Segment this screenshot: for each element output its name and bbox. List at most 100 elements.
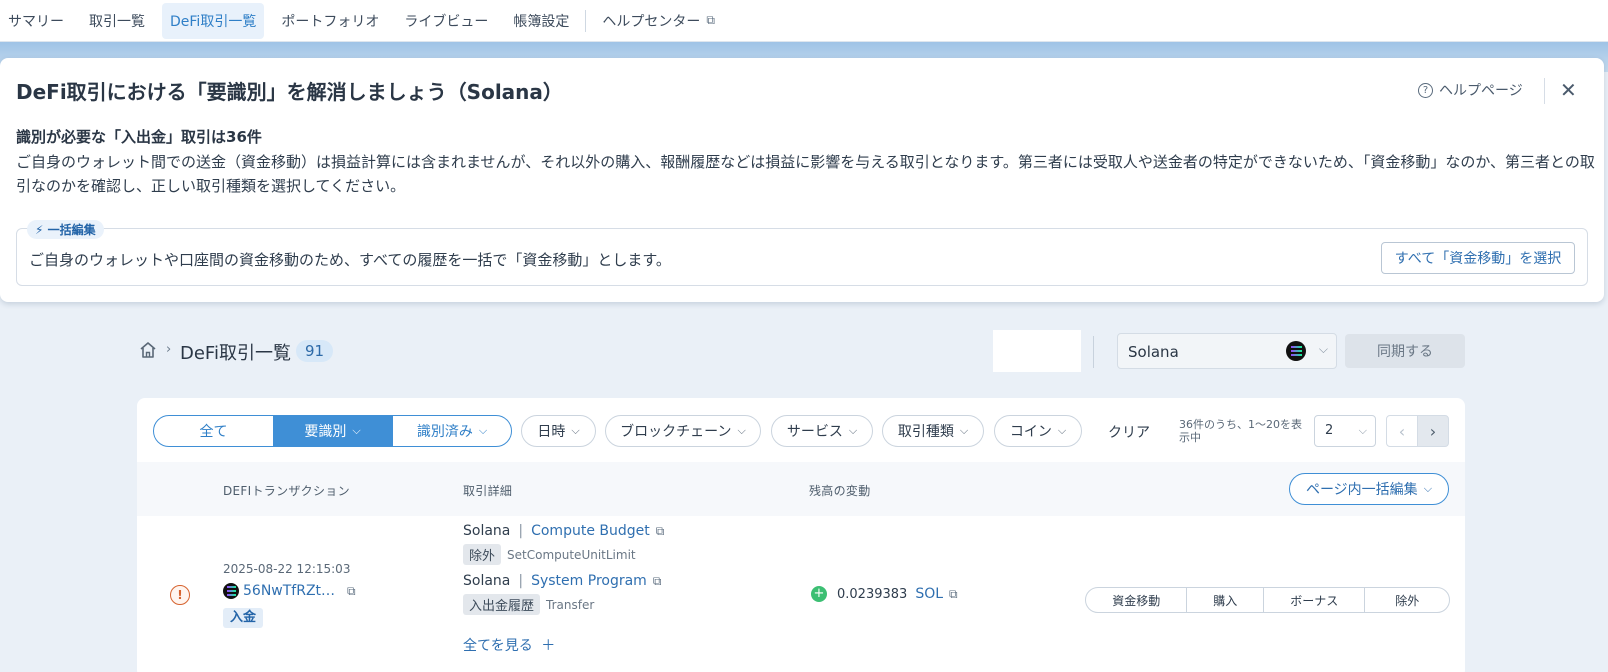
filter-date-label: 日時 <box>537 424 566 440</box>
direction-badge: 入金 <box>223 608 264 628</box>
status-segment: 全て 要識別 ⌵ 識別済み ⌵ <box>153 415 512 447</box>
help-page-label: ヘルプページ <box>1439 83 1523 99</box>
clear-filters-link[interactable]: クリア <box>1108 422 1150 442</box>
bulk-edit-tag-label: 一括編集 <box>47 223 96 237</box>
type-option-purchase[interactable]: 購入 <box>1186 588 1263 612</box>
sync-button[interactable]: 同期する <box>1345 334 1465 368</box>
detail-chain: Solana <box>463 573 511 589</box>
segment-all[interactable]: 全て <box>154 416 273 446</box>
external-link-icon[interactable]: ⧉ <box>656 524 665 539</box>
chevron-left-icon: ‹ <box>1398 421 1406 441</box>
external-link-icon[interactable]: ⧉ <box>949 587 958 602</box>
blank-panel <box>993 330 1081 372</box>
chevron-down-icon: ⌵ <box>848 424 858 437</box>
lightning-icon: ⚡ <box>35 223 44 237</box>
chevron-down-icon: ⌵ <box>959 424 969 437</box>
tx-date: 2025-08-22 12:15:03 <box>223 562 351 576</box>
balance-change: + 0.0239383 SOL ⧉ <box>811 586 958 602</box>
transactions-card: 全て 要識別 ⌵ 識別済み ⌵ 日時 ⌵ ブロックチェーン ⌵ サービス ⌵ 取引種類… <box>137 398 1465 672</box>
tx-hash: 56NwTfRZt… <box>243 583 336 599</box>
pagination-info: 36件のうち、1〜20を表示中 <box>1179 418 1302 444</box>
nav-portfolio[interactable]: ポートフォリオ <box>273 3 387 39</box>
warning-icon: ! <box>170 585 190 605</box>
detail-tag: 除外 <box>463 544 502 565</box>
plus-icon: ＋ <box>541 638 556 654</box>
type-option-bonus[interactable]: ボーナス <box>1263 588 1364 612</box>
per-page-select[interactable]: 2 ⌵ <box>1314 415 1376 447</box>
external-link-icon: ⧉ <box>706 13 715 27</box>
question-icon: ? <box>1418 82 1433 98</box>
transaction-type-selector: 資金移動 購入 ボーナス 除外 <box>1085 587 1450 613</box>
nav-transactions[interactable]: 取引一覧 <box>81 3 153 39</box>
page-bulk-edit-label: ページ内一括編集 <box>1305 482 1418 498</box>
filter-coin[interactable]: コイン ⌵ <box>994 415 1082 447</box>
chevron-down-icon: ⌵ <box>1318 342 1328 356</box>
detail-method: SetComputeUnitLimit <box>507 547 636 562</box>
page-bulk-edit-button[interactable]: ページ内一括編集 ⌵ <box>1289 473 1449 505</box>
next-page-button[interactable]: › <box>1417 415 1449 447</box>
filter-coin-label: コイン <box>1009 424 1052 440</box>
external-link-icon[interactable]: ⧉ <box>653 574 662 589</box>
bulk-edit-tag: ⚡ 一括編集 <box>27 220 104 239</box>
breadcrumb-chevron-icon: › <box>166 342 172 357</box>
blockchain-select[interactable]: Solana ⌵ <box>1117 333 1337 369</box>
type-option-exclude[interactable]: 除外 <box>1364 588 1449 612</box>
coin-link[interactable]: SOL <box>915 586 943 602</box>
nav-defi-transactions[interactable]: DeFi取引一覧 <box>162 2 265 39</box>
filter-transaction-type[interactable]: 取引種類 ⌵ <box>882 415 984 447</box>
segment-identified[interactable]: 識別済み ⌵ <box>392 416 511 446</box>
filter-blockchain[interactable]: ブロックチェーン ⌵ <box>605 415 761 447</box>
detail-line: Solana | System Program ⧉ <box>463 573 661 589</box>
select-all-fund-transfer-button[interactable]: すべて「資金移動」を選択 <box>1381 242 1575 274</box>
per-page-value: 2 <box>1325 423 1334 438</box>
filter-blockchain-label: ブロックチェーン <box>620 424 732 440</box>
notice-body: ご自身のウォレット間での送金（資金移動）は損益計算には含まれませんが、それ以外の… <box>16 153 1595 195</box>
blockchain-select-value: Solana <box>1128 343 1179 361</box>
top-nav: サマリー 取引一覧 DeFi取引一覧 ポートフォリオ ライブビュー 帳簿設定 ヘ… <box>0 0 1608 42</box>
nav-summary[interactable]: サマリー <box>0 3 72 39</box>
external-link-icon[interactable]: ⧉ <box>347 584 356 599</box>
plus-circle-icon: + <box>811 586 827 602</box>
table-header: DEFIトランザクション 取引詳細 残高の変動 ページ内一括編集 ⌵ <box>137 462 1465 516</box>
filter-service[interactable]: サービス ⌵ <box>771 415 873 447</box>
bulk-edit-text: ご自身のウォレットや口座間の資金移動のため、すべての履歴を一括で「資金移動」とし… <box>29 251 671 269</box>
nav-live-view[interactable]: ライブビュー <box>396 3 496 39</box>
tx-hash-link[interactable]: 56NwTfRZt… ⧉ <box>223 583 356 599</box>
detail-tag: 入出金履歴 <box>463 594 541 615</box>
notice-panel: DeFi取引における「要識別」を解消しましょう（Solana） ? ヘルプページ… <box>0 58 1604 302</box>
detail-program-link[interactable]: Compute Budget <box>531 523 650 539</box>
chevron-down-icon: ⌵ <box>571 424 580 437</box>
chevron-down-icon: ⌵ <box>1358 424 1367 437</box>
chevron-down-icon: ⌵ <box>1423 482 1433 495</box>
chevron-down-icon: ⌵ <box>1057 424 1067 437</box>
detail-program-link[interactable]: System Program <box>531 573 647 589</box>
detail-separator: | <box>518 573 524 589</box>
toolbar-divider <box>1093 336 1094 368</box>
header-defi-transaction: DEFIトランザクション <box>223 484 350 498</box>
home-icon[interactable] <box>138 340 158 360</box>
nav-help-center-label: ヘルプセンター <box>602 13 701 30</box>
filter-date[interactable]: 日時 ⌵ <box>521 415 596 447</box>
see-all-link[interactable]: 全てを見る ＋ <box>463 635 555 655</box>
segment-needs-identification-label: 要識別 <box>304 424 347 440</box>
bulk-edit-box: ⚡ 一括編集 ご自身のウォレットや口座間の資金移動のため、すべての履歴を一括で「… <box>16 220 1588 286</box>
prev-page-button[interactable]: ‹ <box>1386 415 1418 447</box>
type-option-fund-transfer[interactable]: 資金移動 <box>1086 588 1186 612</box>
see-all-label: 全てを見る <box>463 638 533 654</box>
transaction-count-badge: 91 <box>296 340 334 362</box>
segment-needs-identification[interactable]: 要識別 ⌵ <box>273 416 392 446</box>
notice-subtitle: 識別が必要な「入出金」取引は36件 <box>16 128 262 146</box>
solana-icon <box>223 583 239 599</box>
detail-tag-line: 除外 SetComputeUnitLimit <box>463 544 636 565</box>
detail-line: Solana | Compute Budget ⧉ <box>463 523 664 539</box>
close-icon[interactable]: ✕ <box>1560 78 1577 102</box>
filter-service-label: サービス <box>786 424 843 440</box>
detail-separator: | <box>518 523 524 539</box>
chevron-down-icon: ⌵ <box>478 424 488 437</box>
nav-ledger-settings[interactable]: 帳簿設定 <box>505 3 577 39</box>
nav-help-center[interactable]: ヘルプセンター ⧉ <box>594 3 723 39</box>
filter-transaction-type-label: 取引種類 <box>897 424 954 440</box>
header-balance-change: 残高の変動 <box>809 484 871 498</box>
help-page-link[interactable]: ? ヘルプページ <box>1418 80 1523 100</box>
solana-icon <box>1286 341 1306 361</box>
